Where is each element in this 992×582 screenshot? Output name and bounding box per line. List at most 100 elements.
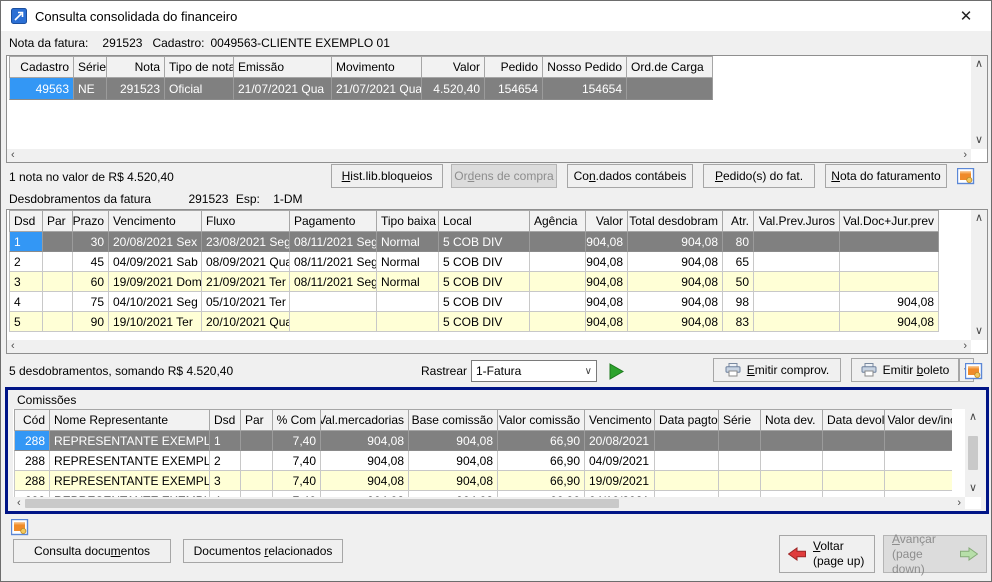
column-header[interactable]: Local	[439, 210, 530, 232]
column-header[interactable]: Emissão	[234, 56, 332, 78]
column-header[interactable]: Agência	[530, 210, 586, 232]
document-icon[interactable]	[955, 166, 977, 186]
emitir-comprov-button[interactable]: Emitir comprov.	[713, 358, 841, 382]
document-icon[interactable]	[963, 361, 985, 381]
column-header[interactable]: Nota dev.	[761, 409, 823, 431]
column-header[interactable]: Pagamento	[290, 210, 377, 232]
close-button[interactable]: ✕	[955, 5, 977, 27]
column-header[interactable]: Dsd	[210, 409, 241, 431]
scroll-up-icon[interactable]: ∧	[975, 59, 983, 70]
table-row[interactable]: 49563NE291523Oficial21/07/2021 Qua21/07/…	[9, 78, 713, 100]
column-header[interactable]: Prazo	[73, 210, 109, 232]
scroll-up-icon[interactable]: ∧	[969, 412, 977, 423]
desdobramentos-vertical-scrollbar[interactable]: ∧ ∨	[971, 210, 987, 340]
column-header[interactable]: Tipo de nota	[165, 56, 234, 78]
column-header[interactable]: Série	[719, 409, 761, 431]
cell	[290, 292, 377, 312]
column-header[interactable]: Par	[43, 210, 73, 232]
column-header[interactable]: Vencimento	[585, 409, 655, 431]
column-header[interactable]: Val.mercadorias	[321, 409, 409, 431]
column-header[interactable]: Pedido	[485, 56, 543, 78]
cell	[885, 451, 952, 471]
table-row[interactable]: 59019/10/2021 Ter20/10/2021 Qua5 COB DIV…	[9, 312, 939, 332]
scroll-up-icon[interactable]: ∧	[975, 213, 983, 224]
dialog-consulta-consolidada: Consulta consolidada do financeiro ✕ Not…	[0, 0, 992, 582]
table-row[interactable]: 288REPRESENTANTE EXEMPLO 0137,40904,0890…	[14, 471, 952, 491]
consulta-documentos-button[interactable]: Consulta documentos	[13, 539, 171, 563]
scroll-down-icon[interactable]: ∨	[969, 483, 977, 494]
desdobramentos-horizontal-scrollbar[interactable]: ‹ ›	[7, 340, 971, 353]
column-header[interactable]: Nome Representante	[50, 409, 210, 431]
column-header[interactable]: Tipo baixa	[377, 210, 439, 232]
cell: 08/11/2021 Seg	[290, 232, 377, 252]
rastrear-selected-value: 1-Fatura	[476, 364, 585, 378]
nota-do-faturamento-button[interactable]: Nota do faturamento	[825, 164, 947, 188]
comissoes-vertical-scrollbar[interactable]: ∧ ∨	[965, 409, 981, 497]
table-row[interactable]: 288REPRESENTANTE EXEMPLO 0117,40904,0890…	[14, 431, 952, 451]
column-header[interactable]: Valor	[586, 210, 628, 232]
scrollbar-thumb[interactable]	[968, 436, 978, 470]
cell	[840, 252, 939, 272]
cell	[761, 471, 823, 491]
comissoes-horizontal-scrollbar[interactable]: ‹ ›	[13, 497, 965, 509]
table-row[interactable]: 47504/10/2021 Seg05/10/2021 Ter5 COB DIV…	[9, 292, 939, 312]
column-header[interactable]: Total desdobram	[628, 210, 723, 232]
rastrear-select[interactable]: 1-Fatura ∨	[471, 360, 597, 382]
rastrear-play-button[interactable]	[605, 361, 627, 381]
scrollbar-thumb[interactable]	[25, 499, 619, 508]
cell: 19/10/2021 Ter	[109, 312, 202, 332]
column-header[interactable]: Dsd	[9, 210, 43, 232]
notas-vertical-scrollbar[interactable]: ∧ ∨	[971, 56, 987, 149]
voltar-button[interactable]: Voltar (page up)	[779, 535, 875, 573]
column-header[interactable]: Nosso Pedido	[543, 56, 627, 78]
column-header[interactable]: Base comissão	[409, 409, 498, 431]
scroll-down-icon[interactable]: ∨	[975, 326, 983, 337]
document-icon[interactable]	[9, 517, 31, 537]
cell: 3	[9, 272, 43, 292]
scroll-down-icon[interactable]: ∨	[975, 135, 983, 146]
scroll-right-icon[interactable]: ›	[957, 498, 961, 509]
column-header[interactable]: Data devol	[823, 409, 885, 431]
esp-value: 1-DM	[273, 192, 302, 206]
scroll-left-icon[interactable]: ‹	[11, 150, 15, 161]
table-row[interactable]: 13020/08/2021 Sex23/08/2021 Seg08/11/202…	[9, 232, 939, 252]
cell	[719, 471, 761, 491]
column-header[interactable]: Valor dev/inc	[885, 409, 952, 431]
column-header[interactable]: Vencimento	[109, 210, 202, 232]
column-header[interactable]: Nota	[107, 56, 165, 78]
column-header[interactable]: Cadastro	[9, 56, 74, 78]
cell: 7,40	[273, 431, 321, 451]
column-header[interactable]: Data pagto	[655, 409, 719, 431]
pedidos-do-fat-button[interactable]: Pedido(s) do fat.	[703, 164, 815, 188]
table-row[interactable]: 36019/09/2021 Dom21/09/2021 Ter08/11/202…	[9, 272, 939, 292]
table-row[interactable]: 24504/09/2021 Sab08/09/2021 Qua08/11/202…	[9, 252, 939, 272]
table-row[interactable]: 288REPRESENTANTE EXEMPLO 0127,40904,0890…	[14, 451, 952, 471]
cell: 1	[9, 232, 43, 252]
documentos-relacionados-button[interactable]: Documentos relacionados	[183, 539, 343, 563]
con-dados-contabeis-button[interactable]: Con.dados contábeis	[567, 164, 693, 188]
scroll-left-icon[interactable]: ‹	[17, 498, 21, 509]
column-header[interactable]: % Com	[273, 409, 321, 431]
emitir-boleto-button[interactable]: Emitir boleto	[851, 358, 959, 382]
column-header[interactable]: Atr.	[723, 210, 754, 232]
column-header[interactable]: Val.Prev.Juros	[754, 210, 840, 232]
scrollbar-track[interactable]	[25, 499, 954, 508]
document-icon-glyph	[965, 363, 983, 380]
scroll-right-icon[interactable]: ›	[963, 341, 967, 352]
column-header[interactable]: Fluxo	[202, 210, 290, 232]
column-header[interactable]: Val.Doc+Jur.prev	[840, 210, 939, 232]
hist-lib-bloqueios-button[interactable]: Hist.lib.bloqueios	[331, 164, 443, 188]
column-header[interactable]: Movimento	[332, 56, 422, 78]
column-header[interactable]: Ord.de Carga	[627, 56, 713, 78]
column-header[interactable]: Série	[74, 56, 107, 78]
column-header[interactable]: Valor comissão	[498, 409, 585, 431]
notas-horizontal-scrollbar[interactable]: ‹ ›	[7, 149, 971, 162]
notas-summary: 1 nota no valor de R$ 4.520,40	[9, 170, 174, 184]
scroll-left-icon[interactable]: ‹	[11, 341, 15, 352]
scroll-right-icon[interactable]: ›	[963, 150, 967, 161]
column-header[interactable]: Par	[241, 409, 273, 431]
button-label: Voltar (page up)	[813, 539, 864, 569]
cell	[761, 431, 823, 451]
column-header[interactable]: Cód	[14, 409, 50, 431]
column-header[interactable]: Valor	[422, 56, 485, 78]
